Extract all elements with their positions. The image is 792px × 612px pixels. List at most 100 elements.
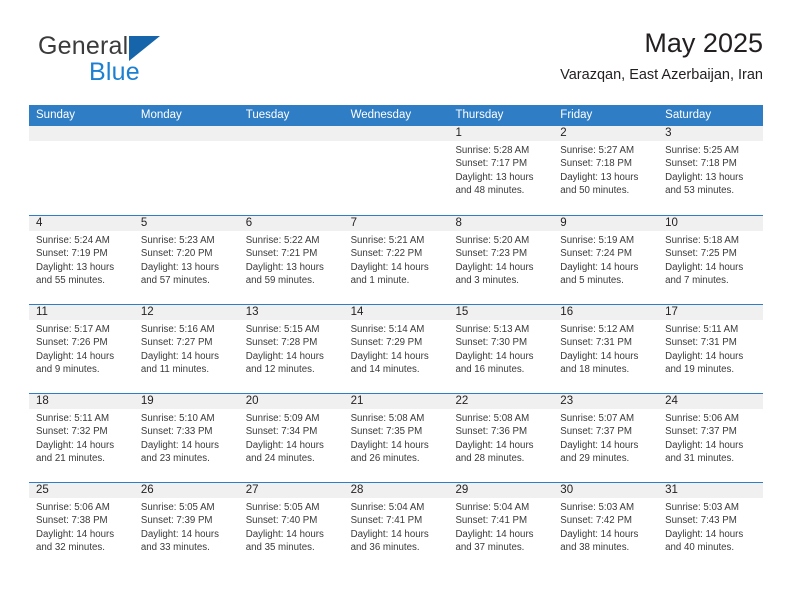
calendar-day-cell[interactable]: 13 Sunrise: 5:15 AM Sunset: 7:28 PM Dayligh… <box>238 305 344 393</box>
calendar-day-cell[interactable]: 10 Sunrise: 5:18 AM Sunset: 7:25 PM Dayligh… <box>658 216 764 304</box>
title-block: May 2025 Varazqan, East Azerbaijan, Iran <box>560 26 763 86</box>
day-detail-line: Daylight: 14 hours <box>350 439 429 451</box>
day-detail-line: and 19 minutes. <box>665 363 735 375</box>
day-detail-line: Daylight: 13 hours <box>455 171 534 183</box>
calendar-week-row: 11 Sunrise: 5:17 AM Sunset: 7:26 PM Dayligh… <box>29 304 764 393</box>
day-number: 17 <box>658 305 764 320</box>
day-detail-line: and 48 minutes. <box>455 184 525 196</box>
calendar-cell-empty <box>29 126 134 215</box>
calendar-day-cell[interactable]: 9 Sunrise: 5:19 AM Sunset: 7:24 PM Daylight… <box>553 216 659 304</box>
calendar-cell-empty <box>238 126 344 215</box>
day-detail-line: Sunset: 7:23 PM <box>455 248 528 260</box>
day-details: Sunrise: 5:04 AM Sunset: 7:41 PM Daylight:… <box>344 498 449 554</box>
calendar-day-cell[interactable]: 25 Sunrise: 5:06 AM Sunset: 7:38 PM Dayligh… <box>29 483 134 571</box>
calendar-day-cell[interactable]: 29 Sunrise: 5:04 AM Sunset: 7:41 PM Dayligh… <box>448 483 554 571</box>
day-detail-line: Sunrise: 5:05 AM <box>245 502 320 513</box>
day-number: 29 <box>448 483 554 498</box>
calendar-day-cell[interactable]: 5 Sunrise: 5:23 AM Sunset: 7:20 PM Daylight… <box>133 216 239 304</box>
day-detail-line: Sunset: 7:25 PM <box>665 248 737 260</box>
day-detail-line: Daylight: 14 hours <box>455 261 534 273</box>
calendar-body: 1 Sunrise: 5:28 AM Sunset: 7:17 PM Daylight… <box>29 126 764 571</box>
calendar-grid: Sunday Monday Tuesday Wednesday Thursday Frid… <box>29 105 764 571</box>
day-details: Sunrise: 5:17 AM Sunset: 7:26 PM Daylight:… <box>29 320 134 376</box>
weekday-header-friday: Friday <box>560 109 593 121</box>
calendar-day-cell[interactable]: 7 Sunrise: 5:21 AM Sunset: 7:22 PM Daylight… <box>343 216 449 304</box>
day-detail-line: and 26 minutes. <box>350 452 420 464</box>
day-detail-line: Sunrise: 5:06 AM <box>36 502 110 513</box>
day-detail-line: and 28 minutes. <box>455 452 525 464</box>
day-detail-line: Sunset: 7:31 PM <box>665 337 737 349</box>
day-detail-line: Daylight: 14 hours <box>455 528 534 540</box>
calendar-day-cell[interactable]: 24 Sunrise: 5:06 AM Sunset: 7:37 PM Dayligh… <box>658 394 764 482</box>
calendar-day-cell[interactable]: 26 Sunrise: 5:05 AM Sunset: 7:39 PM Dayligh… <box>133 483 239 571</box>
calendar-day-cell[interactable]: 18 Sunrise: 5:11 AM Sunset: 7:32 PM Dayligh… <box>29 394 134 482</box>
day-detail-line: Sunrise: 5:04 AM <box>455 502 530 513</box>
day-details: Sunrise: 5:03 AM Sunset: 7:42 PM Daylight:… <box>553 498 658 554</box>
day-detail-line: Sunset: 7:18 PM <box>560 158 632 170</box>
calendar-day-cell[interactable]: 11 Sunrise: 5:17 AM Sunset: 7:26 PM Dayligh… <box>29 305 134 393</box>
calendar-day-cell[interactable]: 15 Sunrise: 5:13 AM Sunset: 7:30 PM Dayligh… <box>448 305 554 393</box>
day-detail-line: Sunset: 7:34 PM <box>245 426 318 438</box>
day-number: 15 <box>448 305 554 320</box>
calendar-day-cell[interactable]: 8 Sunrise: 5:20 AM Sunset: 7:23 PM Daylight… <box>448 216 554 304</box>
day-detail-line: and 31 minutes. <box>665 452 735 464</box>
page-header: General Blue May 2025 Varazqan, East Aze… <box>29 26 763 98</box>
day-detail-line: Daylight: 14 hours <box>560 439 639 451</box>
calendar-day-cell[interactable]: 22 Sunrise: 5:08 AM Sunset: 7:36 PM Dayligh… <box>448 394 554 482</box>
weekday-header-saturday: Saturday <box>665 109 712 121</box>
calendar-day-cell[interactable]: 4 Sunrise: 5:24 AM Sunset: 7:19 PM Daylight… <box>29 216 134 304</box>
day-detail-line: Daylight: 14 hours <box>455 439 534 451</box>
calendar-day-cell[interactable]: 21 Sunrise: 5:08 AM Sunset: 7:35 PM Dayligh… <box>343 394 449 482</box>
day-detail-line: Sunrise: 5:11 AM <box>665 324 739 335</box>
day-details: Sunrise: 5:19 AM Sunset: 7:24 PM Daylight:… <box>553 231 658 287</box>
day-detail-line: Sunrise: 5:08 AM <box>455 413 530 424</box>
calendar-day-cell[interactable]: 23 Sunrise: 5:07 AM Sunset: 7:37 PM Dayligh… <box>553 394 659 482</box>
day-detail-line: Sunrise: 5:08 AM <box>350 413 425 424</box>
day-detail-line: and 9 minutes. <box>36 363 100 375</box>
calendar-day-cell[interactable]: 30 Sunrise: 5:03 AM Sunset: 7:42 PM Dayligh… <box>553 483 659 571</box>
day-number: 23 <box>553 394 659 409</box>
calendar-day-cell[interactable]: 31 Sunrise: 5:03 AM Sunset: 7:43 PM Dayligh… <box>658 483 764 571</box>
day-number: 13 <box>238 305 344 320</box>
calendar-cell-empty <box>343 126 449 215</box>
day-details <box>134 141 239 144</box>
day-detail-line: Sunset: 7:27 PM <box>140 337 213 349</box>
day-detail-line: and 1 minute. <box>350 274 410 286</box>
calendar-day-cell[interactable]: 1 Sunrise: 5:28 AM Sunset: 7:17 PM Daylight… <box>448 126 554 215</box>
calendar-week-row: 25 Sunrise: 5:06 AM Sunset: 7:38 PM Dayligh… <box>29 482 764 571</box>
day-detail-line: Daylight: 14 hours <box>560 528 639 540</box>
calendar-day-cell[interactable]: 12 Sunrise: 5:16 AM Sunset: 7:27 PM Dayligh… <box>133 305 239 393</box>
day-detail-line: Sunset: 7:20 PM <box>140 248 213 260</box>
calendar-day-cell[interactable]: 27 Sunrise: 5:05 AM Sunset: 7:40 PM Dayligh… <box>238 483 344 571</box>
day-detail-line: Sunset: 7:17 PM <box>455 158 528 170</box>
calendar-day-cell[interactable]: 20 Sunrise: 5:09 AM Sunset: 7:34 PM Dayligh… <box>238 394 344 482</box>
day-details: Sunrise: 5:20 AM Sunset: 7:23 PM Daylight:… <box>448 231 553 287</box>
general-blue-logo[interactable]: General Blue <box>29 32 219 90</box>
day-details: Sunrise: 5:06 AM Sunset: 7:37 PM Daylight:… <box>658 409 763 465</box>
day-detail-line: Sunset: 7:38 PM <box>36 515 108 527</box>
day-detail-line: Sunset: 7:36 PM <box>455 426 528 438</box>
calendar-day-cell[interactable]: 3 Sunrise: 5:25 AM Sunset: 7:18 PM Daylight… <box>658 126 764 215</box>
day-number <box>238 126 344 141</box>
day-detail-line: and 16 minutes. <box>455 363 525 375</box>
day-detail-line: and 37 minutes. <box>455 541 525 553</box>
calendar-day-cell[interactable]: 17 Sunrise: 5:11 AM Sunset: 7:31 PM Dayligh… <box>658 305 764 393</box>
day-detail-line: Daylight: 14 hours <box>245 350 324 362</box>
day-detail-line: and 40 minutes. <box>665 541 735 553</box>
day-number: 20 <box>238 394 344 409</box>
calendar-day-cell[interactable]: 2 Sunrise: 5:27 AM Sunset: 7:18 PM Daylight… <box>553 126 659 215</box>
calendar-day-cell[interactable]: 16 Sunrise: 5:12 AM Sunset: 7:31 PM Dayligh… <box>553 305 659 393</box>
calendar-day-cell[interactable]: 19 Sunrise: 5:10 AM Sunset: 7:33 PM Dayligh… <box>133 394 239 482</box>
calendar-day-cell[interactable]: 14 Sunrise: 5:14 AM Sunset: 7:29 PM Dayligh… <box>343 305 449 393</box>
day-detail-line: Daylight: 14 hours <box>665 350 744 362</box>
calendar-day-cell[interactable]: 6 Sunrise: 5:22 AM Sunset: 7:21 PM Daylight… <box>238 216 344 304</box>
day-detail-line: Sunset: 7:43 PM <box>665 515 737 527</box>
day-number: 28 <box>343 483 449 498</box>
day-number: 6 <box>238 216 344 231</box>
day-detail-line: Sunrise: 5:06 AM <box>665 413 739 424</box>
day-detail-line: Daylight: 14 hours <box>140 439 219 451</box>
day-details: Sunrise: 5:15 AM Sunset: 7:28 PM Daylight:… <box>239 320 344 376</box>
day-detail-line: Daylight: 13 hours <box>140 261 219 273</box>
calendar-day-cell[interactable]: 28 Sunrise: 5:04 AM Sunset: 7:41 PM Dayligh… <box>343 483 449 571</box>
day-details <box>344 141 449 144</box>
